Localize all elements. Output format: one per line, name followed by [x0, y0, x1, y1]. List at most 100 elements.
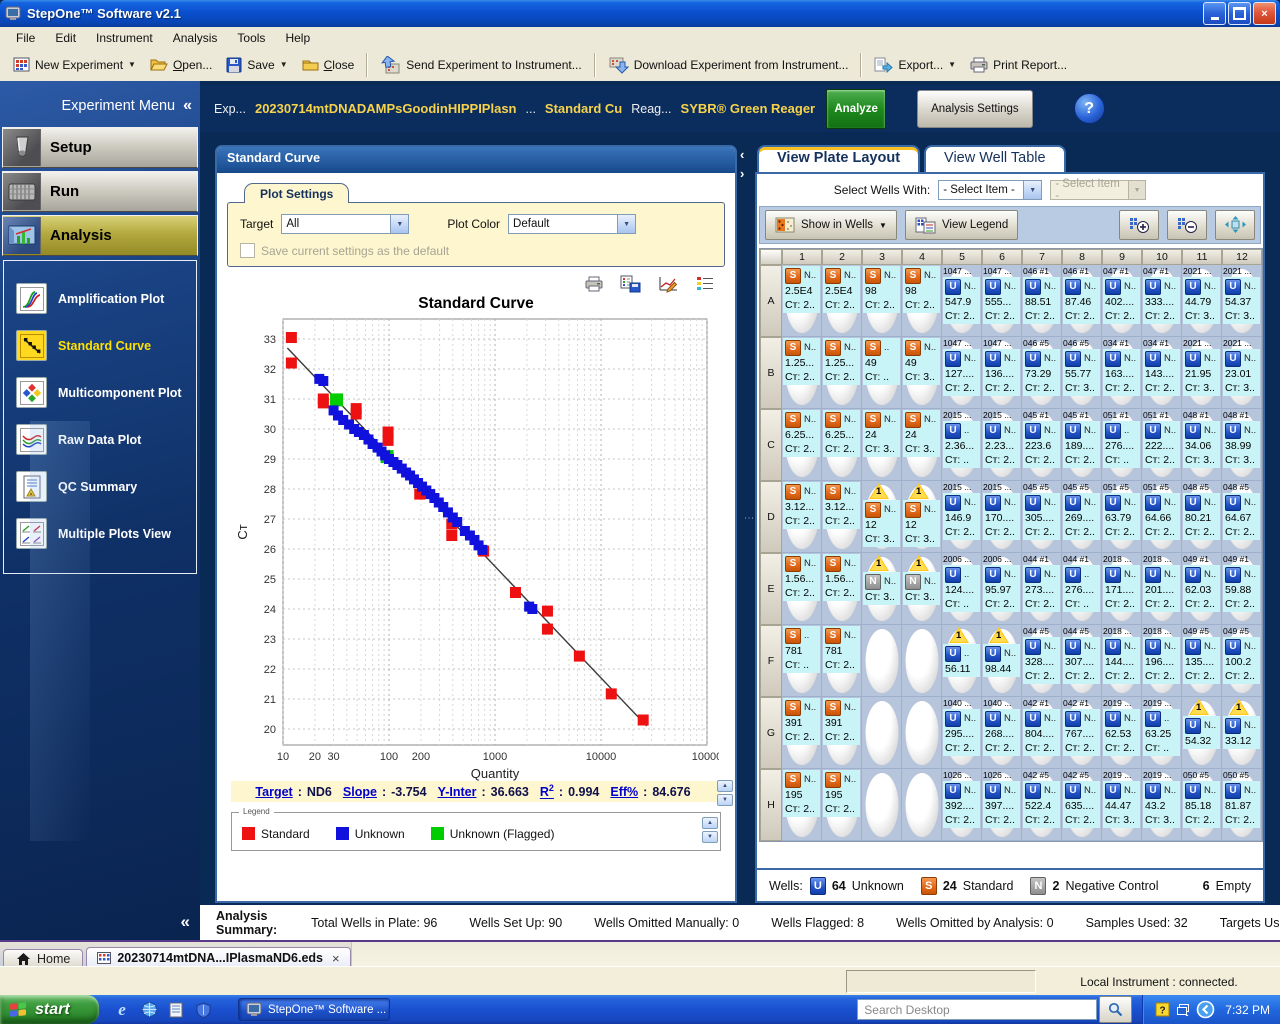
stat-link-target[interactable]: Target [255, 785, 292, 799]
plate-column-header-10[interactable]: 10 [1142, 249, 1182, 265]
well-G2[interactable]: SN..391Cт: 2.. [822, 697, 862, 769]
well-E6[interactable]: 2006 ...UN..95.97Cт: 2.. [982, 553, 1022, 625]
plate-row-header-G[interactable]: G [760, 697, 782, 769]
show-in-wells-button[interactable]: Show in Wells ▼ [765, 210, 897, 240]
well-H6[interactable]: 1026 ...UN..397....Cт: 2.. [982, 769, 1022, 841]
plate-column-header-5[interactable]: 5 [942, 249, 982, 265]
plate-row-header-H[interactable]: H [760, 769, 782, 841]
well-B10[interactable]: 034 #1UN..143....Cт: 2.. [1142, 337, 1182, 409]
close-tab-icon[interactable]: × [332, 951, 340, 966]
well-F3[interactable] [862, 625, 902, 697]
well-H11[interactable]: 050 #5UN..85.18Cт: 2.. [1182, 769, 1222, 841]
plot-legend-icon[interactable] [696, 275, 715, 293]
plate-column-header-9[interactable]: 9 [1102, 249, 1142, 265]
toolbar-new-experiment-button[interactable]: New Experiment▼ [6, 54, 143, 76]
quick-launch-doc-icon[interactable] [167, 1001, 185, 1019]
plate-column-header-1[interactable]: 1 [782, 249, 822, 265]
well-B6[interactable]: 1047 ...UN..136....Cт: 2.. [982, 337, 1022, 409]
sidebar-item-raw-data-plot[interactable]: Raw Data Plot [4, 416, 196, 463]
view-legend-button[interactable]: View Legend [905, 210, 1018, 240]
well-E8[interactable]: 044 #1U..276....Cт: .. [1062, 553, 1102, 625]
well-E1[interactable]: SN..1.56...Cт: 2.. [782, 553, 822, 625]
plate-row-header-F[interactable]: F [760, 625, 782, 697]
well-C2[interactable]: SN..6.25...Cт: 2.. [822, 409, 862, 481]
tab-view-plate-layout[interactable]: View Plate Layout [757, 145, 920, 172]
menu-tools[interactable]: Tools [227, 29, 275, 47]
well-G11[interactable]: 1UN..54.32 [1182, 697, 1222, 769]
well-F4[interactable] [902, 625, 942, 697]
toolbar-open-button[interactable]: Open... [143, 54, 219, 75]
well-A12[interactable]: 2021 ...UN..54.37Cт: 3.. [1222, 265, 1262, 337]
well-D4[interactable]: 1SN..12Cт: 3.. [902, 481, 942, 553]
well-B1[interactable]: SN..1.25...Cт: 2.. [782, 337, 822, 409]
well-B11[interactable]: 2021 ...UN..21.95Cт: 3.. [1182, 337, 1222, 409]
well-B2[interactable]: SN..1.25...Cт: 2.. [822, 337, 862, 409]
well-B12[interactable]: 2021 ...UN..23.01Cт: 3.. [1222, 337, 1262, 409]
toolbar-save-button[interactable]: Save▼ [219, 54, 294, 76]
print-plot-icon[interactable] [585, 275, 603, 293]
well-C4[interactable]: SN..24Cт: 3.. [902, 409, 942, 481]
copy-plot-icon[interactable] [620, 275, 641, 293]
stat-link-eff[interactable]: Eff% [610, 785, 638, 799]
chevron-down-icon[interactable]: ▼ [1023, 181, 1041, 199]
toolbar-print-report-button[interactable]: Print Report... [963, 54, 1074, 76]
well-C9[interactable]: 051 #1U..276....Cт: .. [1102, 409, 1142, 481]
well-F2[interactable]: SN..781Cт: 2.. [822, 625, 862, 697]
save-default-checkbox[interactable] [240, 243, 255, 258]
well-A5[interactable]: 1047 ...UN..547.9Cт: 2.. [942, 265, 982, 337]
plate-column-header-7[interactable]: 7 [1022, 249, 1062, 265]
collapse-sidebar-icon[interactable]: « [183, 97, 192, 115]
plate-column-header-11[interactable]: 11 [1182, 249, 1222, 265]
stat-link-yinter[interactable]: Y-Inter [438, 785, 477, 799]
legend-scroll-spinner[interactable]: ▲▼ [702, 817, 718, 843]
well-G7[interactable]: 042 #1UN..804....Cт: 2.. [1022, 697, 1062, 769]
plate-row-header-B[interactable]: B [760, 337, 782, 409]
stats-scroll-spinner[interactable]: ▲▼ [717, 780, 733, 806]
tab-experiment-file[interactable]: 20230714mtDNA...IPlasmaND6.eds × [86, 947, 350, 968]
toolbar-close-button[interactable]: Close [295, 54, 362, 75]
well-E10[interactable]: 2018 ...UN..201....Cт: 2.. [1142, 553, 1182, 625]
well-D6[interactable]: 2015 ...UN..170....Cт: 2.. [982, 481, 1022, 553]
well-C12[interactable]: 048 #1UN..38.99Cт: 3.. [1222, 409, 1262, 481]
well-D2[interactable]: SN..3.12...Cт: 2.. [822, 481, 862, 553]
minimize-button[interactable] [1203, 2, 1226, 25]
well-G5[interactable]: 1040 ...UN..295....Cт: 2.. [942, 697, 982, 769]
well-A10[interactable]: 047 #1UN..333....Cт: 2.. [1142, 265, 1182, 337]
tray-note-icon[interactable]: ? [1155, 1002, 1170, 1017]
well-F5[interactable]: 1U..56.11 [942, 625, 982, 697]
menu-edit[interactable]: Edit [45, 29, 86, 47]
well-E5[interactable]: 2006 ...U..124....Cт: .. [942, 553, 982, 625]
well-H3[interactable] [862, 769, 902, 841]
well-E12[interactable]: 049 #1UN..59.88Cт: 2.. [1222, 553, 1262, 625]
splitter-handle[interactable]: ⋮ [743, 513, 754, 524]
well-H9[interactable]: 2019 ...UN..44.47Cт: 3.. [1102, 769, 1142, 841]
well-D11[interactable]: 048 #5UN..80.21Cт: 2.. [1182, 481, 1222, 553]
well-A11[interactable]: 2021 ...UN..44.79Cт: 3.. [1182, 265, 1222, 337]
well-F7[interactable]: 044 #5UN..328....Cт: 2.. [1022, 625, 1062, 697]
start-button[interactable]: start [0, 995, 99, 1024]
well-F9[interactable]: 2018 ...UN..144....Cт: 2.. [1102, 625, 1142, 697]
edit-plot-icon[interactable] [658, 275, 679, 293]
well-G6[interactable]: 1040 ...UN..268....Cт: 2.. [982, 697, 1022, 769]
well-H8[interactable]: 042 #5UN..635....Cт: 2.. [1062, 769, 1102, 841]
well-B9[interactable]: 034 #1UN..163....Cт: 2.. [1102, 337, 1142, 409]
well-D5[interactable]: 2015 ...UN..146.9Cт: 2.. [942, 481, 982, 553]
well-G12[interactable]: 1UN..33.12 [1222, 697, 1262, 769]
well-C3[interactable]: SN..24Cт: 3.. [862, 409, 902, 481]
well-D8[interactable]: 045 #5UN..269....Cт: 2.. [1062, 481, 1102, 553]
well-A9[interactable]: 047 #1UN..402....Cт: 2.. [1102, 265, 1142, 337]
stat-link-r[interactable]: R2 [540, 783, 554, 799]
plot-color-select[interactable]: Default ▼ [508, 214, 636, 234]
well-E9[interactable]: 2018 ...UN..171....Cт: 2.. [1102, 553, 1142, 625]
well-D12[interactable]: 048 #5UN..64.67Cт: 2.. [1222, 481, 1262, 553]
plate-column-header-3[interactable]: 3 [862, 249, 902, 265]
well-A3[interactable]: SN..98Cт: 2.. [862, 265, 902, 337]
well-B3[interactable]: S..49Cт: .. [862, 337, 902, 409]
sidebar-section-run[interactable]: Run [2, 171, 198, 212]
well-H1[interactable]: SN..195Cт: 2.. [782, 769, 822, 841]
search-desktop-input[interactable] [858, 1002, 1096, 1018]
well-F6[interactable]: 1UN..98.44 [982, 625, 1022, 697]
well-C11[interactable]: 048 #1UN..34.06Cт: 3.. [1182, 409, 1222, 481]
panel-splitter-arrows[interactable]: ‹› [740, 147, 744, 181]
zoom-out-wells-button[interactable] [1167, 210, 1207, 240]
